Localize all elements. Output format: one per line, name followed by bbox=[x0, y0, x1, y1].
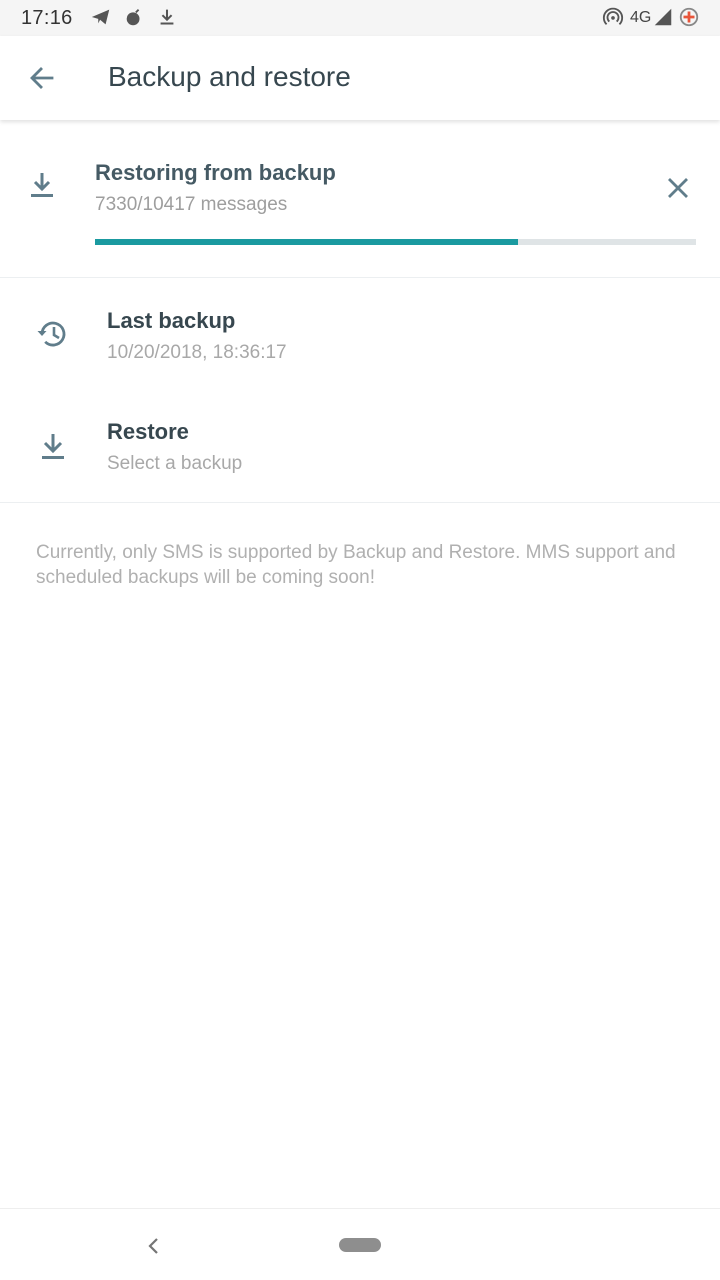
hotspot-icon bbox=[602, 7, 624, 25]
home-pill[interactable] bbox=[339, 1238, 381, 1252]
telegram-icon bbox=[91, 9, 110, 25]
info-note: Currently, only SMS is supported by Back… bbox=[36, 542, 676, 588]
restore-progress-count: 7330/10417 messages bbox=[95, 194, 288, 215]
navigation-bar bbox=[0, 1208, 720, 1280]
nav-back-icon[interactable] bbox=[140, 1233, 166, 1259]
download-icon bbox=[31, 173, 53, 197]
download-icon bbox=[160, 9, 174, 25]
restore-progress: Restoring from backup 7330/10417 message… bbox=[0, 120, 720, 278]
last-backup-item[interactable]: Last backup 10/20/2018, 18:36:17 bbox=[0, 280, 720, 390]
last-backup-date: 10/20/2018, 18:36:17 bbox=[107, 342, 287, 363]
bomb-icon bbox=[126, 9, 140, 26]
battery-saver-icon bbox=[679, 7, 699, 27]
status-time: 17:16 bbox=[21, 7, 73, 29]
restore-subtitle: Select a backup bbox=[107, 453, 243, 474]
last-backup-title: Last backup bbox=[107, 308, 236, 333]
app-bar: Backup and restore bbox=[0, 36, 720, 120]
restore-item[interactable]: Restore Select a backup bbox=[0, 390, 720, 500]
page-title: Backup and restore bbox=[108, 61, 351, 92]
signal-icon bbox=[654, 8, 672, 26]
restore-progress-title: Restoring from backup bbox=[95, 160, 336, 185]
status-bar: 17:16 4G bbox=[0, 0, 720, 36]
restore-title: Restore bbox=[107, 419, 189, 444]
close-icon[interactable] bbox=[660, 170, 696, 206]
section-divider bbox=[0, 502, 720, 503]
network-type: 4G bbox=[630, 9, 652, 26]
restore-progress-bar bbox=[95, 239, 696, 245]
restore-progress-fill bbox=[95, 239, 518, 245]
history-icon bbox=[37, 321, 66, 347]
arrow-back-icon[interactable] bbox=[22, 58, 62, 98]
download-icon bbox=[42, 434, 64, 459]
